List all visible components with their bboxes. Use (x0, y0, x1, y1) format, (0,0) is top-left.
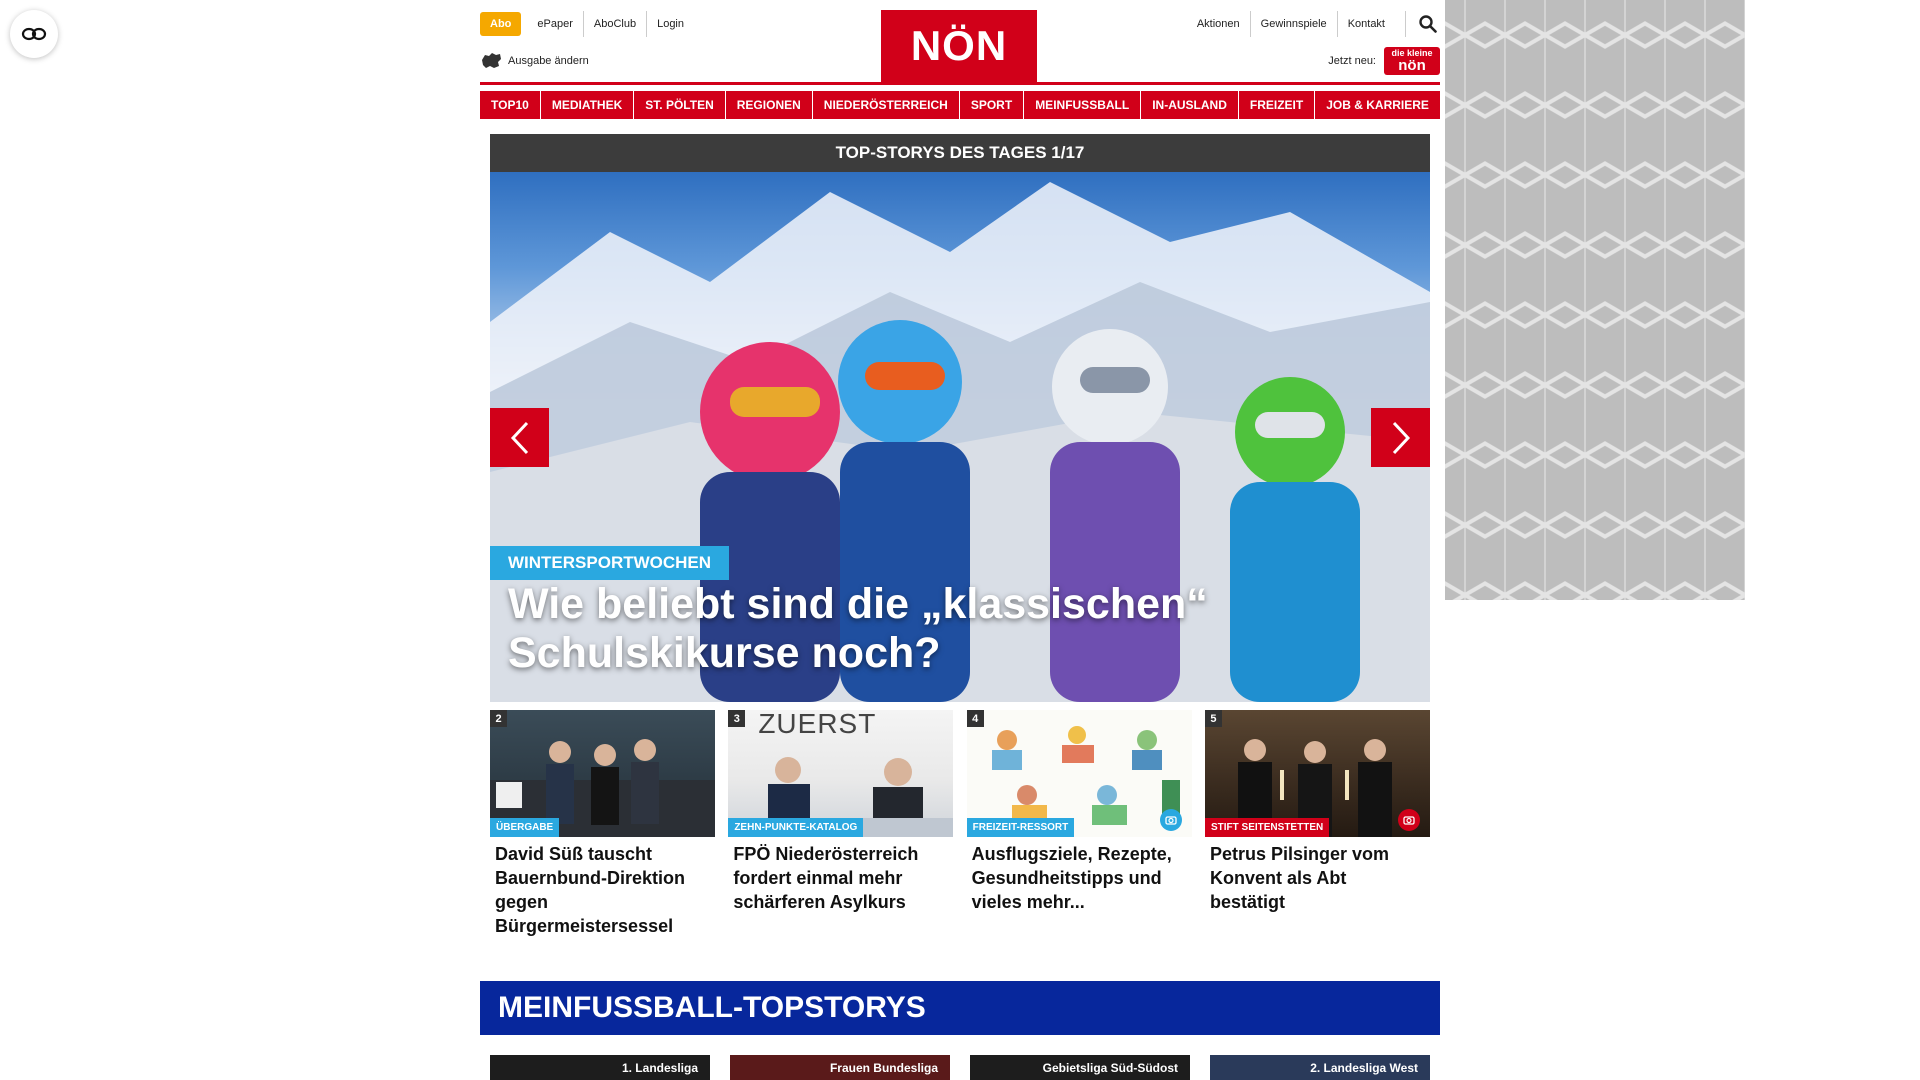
main-nav: TOP10 MEDIATHEK ST. PÖLTEN REGIONEN NIED… (480, 91, 1440, 119)
story-card[interactable]: 2 ÜBERGABE David Süß tauscht Bauernbund-… (490, 710, 715, 938)
nav-item-freizeit[interactable]: FREIZEIT (1238, 91, 1315, 119)
story-card[interactable]: 5 STIFT SEITENSTETTEN Petrus Pilsinger v… (1204, 710, 1430, 938)
story-title[interactable]: Petrus Pilsinger vom Konvent als Abt bes… (1205, 837, 1430, 914)
story-number: 3 (728, 710, 746, 727)
login-link[interactable]: Login (646, 11, 694, 37)
story-image: ZUERST 3 ZEHN-PUNKTE-KATALOG (728, 710, 954, 837)
header-divider (480, 82, 1440, 85)
kleine-noen-big: nön (1398, 57, 1426, 74)
slider-next-button[interactable] (1371, 408, 1430, 467)
chevron-left-icon (510, 421, 528, 454)
nav-item-mediathek[interactable]: MEDIATHEK (540, 91, 634, 119)
jetzt-neu-label: Jetzt neu: (1328, 55, 1376, 67)
story-category-badge[interactable]: STIFT SEITENSTETTEN (1204, 818, 1330, 837)
story-card[interactable]: ZUERST 3 ZEHN-PUNKTE-KATALOG FPÖ Niederö… (728, 710, 954, 938)
story-card[interactable]: 4 FREIZEIT-RESSORT Ausflugsziele, Rezept… (966, 710, 1192, 938)
nav-item-niederoesterreich[interactable]: NIEDERÖSTERREICH (812, 91, 959, 119)
nav-item-in-ausland[interactable]: IN-AUSLAND (1141, 91, 1238, 119)
story-category-badge[interactable]: FREIZEIT-RESSORT (966, 818, 1075, 837)
ausgabe-label: Ausgabe ändern (508, 55, 589, 67)
slider-prev-button[interactable] (490, 408, 549, 467)
slider-title: TOP-STORYS DES TAGES 1/17 (490, 134, 1430, 172)
extension-button[interactable] (10, 10, 58, 58)
aktionen-link[interactable]: Aktionen (1187, 11, 1250, 37)
search-icon (1419, 15, 1437, 33)
story-cards: 2 ÜBERGABE David Süß tauscht Bauernbund-… (490, 710, 1430, 938)
meinfussball-card[interactable]: 1. Landesliga (490, 1055, 710, 1080)
nav-item-st-poelten[interactable]: ST. PÖLTEN (634, 91, 725, 119)
kleine-noen-logo[interactable]: die kleine nön (1384, 47, 1440, 75)
story-number: 2 (490, 710, 507, 727)
story-title[interactable]: Ausflugsziele, Rezepte, Gesundheitstipps… (967, 837, 1192, 914)
meinfussball-card[interactable]: Gebietsliga Süd-Südost (970, 1055, 1190, 1080)
meinfussball-card[interactable]: 2. Landesliga West (1210, 1055, 1430, 1080)
hero-category-tag[interactable]: WINTERSPORTWOCHEN (490, 546, 730, 580)
chevron-right-icon (1392, 421, 1410, 454)
epaper-link[interactable]: ePaper (527, 11, 582, 37)
camera-icon (1397, 809, 1420, 831)
nav-item-top10[interactable]: TOP10 (480, 91, 540, 119)
jetzt-neu: Jetzt neu: die kleine nön (1328, 47, 1440, 75)
ad-banner[interactable] (1445, 0, 1745, 600)
gewinnspiele-link[interactable]: Gewinnspiele (1249, 11, 1337, 37)
lower-austria-map-icon (482, 53, 501, 68)
nav-item-regionen[interactable]: REGIONEN (725, 91, 812, 119)
ausgabe-selector[interactable]: Ausgabe ändern (480, 52, 589, 70)
story-image: 2 ÜBERGABE (490, 710, 715, 837)
meinfussball-cards: 1. Landesliga Frauen Bundesliga Gebietsl… (490, 1055, 1430, 1080)
noen-logo[interactable]: NÖN (881, 10, 1037, 82)
site-header: Abo ePaper AboClub Login Ausgabe ändern … (480, 0, 1440, 82)
header-right-links: Aktionen Gewinnspiele Kontakt (1187, 11, 1440, 37)
nav-item-sport[interactable]: SPORT (959, 91, 1024, 119)
story-category-badge[interactable]: ÜBERGABE (490, 818, 560, 837)
story-number: 5 (1204, 710, 1222, 727)
story-title[interactable]: David Süß tauscht Bauernbund-Direktion g… (490, 837, 715, 938)
meinfussball-heading[interactable]: MEINFUSSBALL-TOPSTORYS (480, 981, 1440, 1035)
header-left-links: Abo ePaper AboClub Login (480, 11, 694, 37)
story-image-text: ZUERST (758, 710, 877, 739)
aboclub-link[interactable]: AboClub (582, 11, 646, 37)
story-title[interactable]: FPÖ Niederösterreich fordert einmal mehr… (728, 837, 953, 914)
nav-item-job-karriere[interactable]: JOB & KARRIERE (1315, 91, 1440, 119)
story-number: 4 (966, 710, 984, 727)
nav-item-meinfussball[interactable]: MEINFUSSBALL (1024, 91, 1141, 119)
story-category-badge[interactable]: ZEHN-PUNKTE-KATALOG (728, 818, 864, 837)
kontakt-link[interactable]: Kontakt (1336, 11, 1395, 37)
glasses-icon (21, 27, 47, 41)
top-stories-slider: TOP-STORYS DES TAGES 1/17 WINTERSPORTWOC… (490, 134, 1430, 702)
story-image: 5 STIFT SEITENSTETTEN (1204, 710, 1430, 837)
hero-story[interactable]: WINTERSPORTWOCHEN Wie beliebt sind die „… (490, 172, 1430, 702)
camera-icon (1159, 809, 1182, 831)
search-button[interactable] (1405, 11, 1440, 37)
hero-headline[interactable]: Wie beliebt sind die „klassischen“ Schul… (508, 580, 1408, 678)
story-image: 4 FREIZEIT-RESSORT (966, 710, 1192, 837)
page-content: Abo ePaper AboClub Login Ausgabe ändern … (480, 0, 1440, 1080)
meinfussball-card[interactable]: Frauen Bundesliga (730, 1055, 950, 1080)
abo-button[interactable]: Abo (480, 12, 522, 36)
